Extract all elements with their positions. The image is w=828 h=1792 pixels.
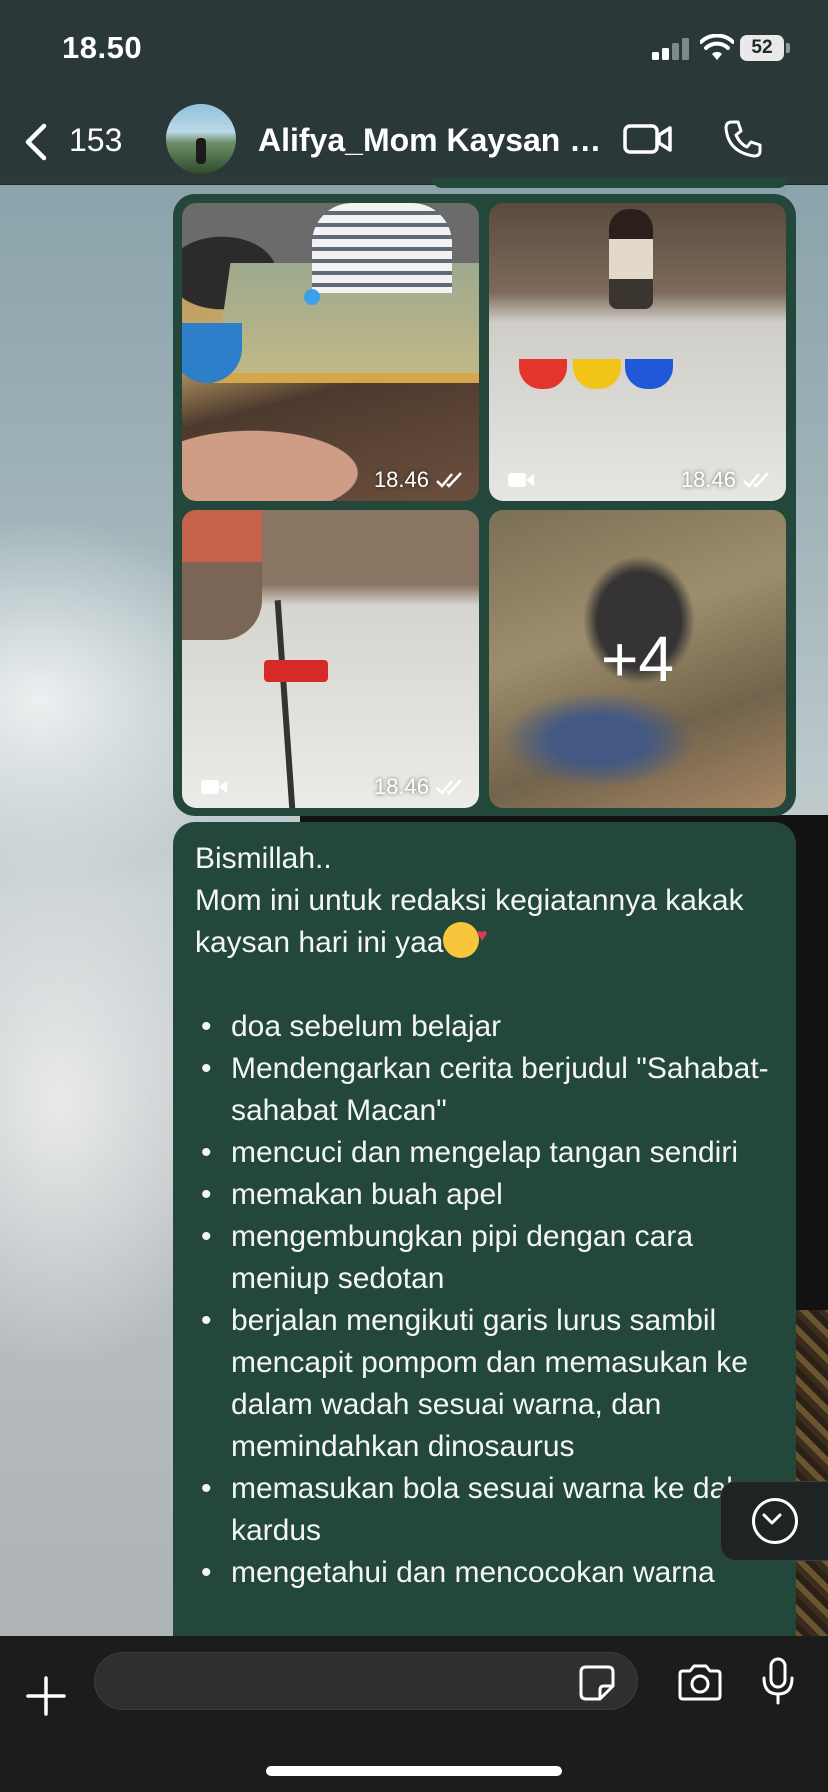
read-receipt-icon: [436, 779, 462, 795]
photo-time: 18.46: [680, 467, 736, 492]
read-receipt-icon: [743, 472, 769, 488]
battery-icon: 52: [740, 35, 784, 61]
photo-time: 18.46: [373, 774, 429, 799]
attach-plus-icon[interactable]: [26, 1676, 66, 1716]
voice-call-icon[interactable]: [722, 118, 764, 160]
smiling-face-with-hearts-icon: [443, 914, 487, 958]
scroll-to-bottom-button[interactable]: [720, 1481, 828, 1561]
sticker-icon[interactable]: [578, 1664, 616, 1702]
microphone-icon[interactable]: [760, 1656, 796, 1706]
list-item: mengetahui dan mencocokan warna: [195, 1552, 795, 1594]
album-video-2[interactable]: 18.46: [489, 203, 786, 501]
contact-avatar[interactable]: [166, 104, 236, 174]
photo-meta: 18.46: [681, 467, 772, 493]
chat-title[interactable]: Alifya_Mom Kaysan (…: [258, 122, 608, 159]
cellular-signal-icon: [652, 38, 690, 60]
video-call-icon[interactable]: [622, 120, 674, 158]
video-badge-icon: [201, 780, 227, 794]
video-badge-icon: [508, 473, 534, 487]
status-time: 18.50: [62, 30, 143, 65]
wifi-icon: [700, 34, 734, 60]
camera-icon[interactable]: [676, 1662, 724, 1702]
photo-time: 18.46: [373, 467, 429, 492]
list-item: doa sebelum belajar: [195, 1006, 795, 1048]
list-item: berjalan mengikuti garis lurus sambil me…: [195, 1300, 795, 1468]
photo-meta: 18.46: [374, 467, 465, 493]
list-item: memakan buah apel: [195, 1174, 795, 1216]
album-video-3[interactable]: 18.46: [182, 510, 479, 808]
read-receipt-icon: [436, 472, 462, 488]
activity-list: doa sebelum belajar Mendengarkan cerita …: [195, 1006, 795, 1594]
more-media-count: +4: [601, 623, 674, 695]
chat-header: 153 Alifya_Mom Kaysan (…: [0, 100, 828, 185]
photo-meta: 18.46: [374, 774, 465, 800]
back-unread-count[interactable]: 153: [69, 122, 122, 159]
list-item: Mendengarkan cerita berjudul "Sahabat-sa…: [195, 1048, 795, 1132]
chevron-down-icon: [752, 1498, 798, 1544]
media-album-bubble[interactable]: 18.46 18.46 18.46 +4: [173, 194, 796, 816]
list-item: mengembungkan pipi dengan cara meniup se…: [195, 1216, 795, 1300]
album-more-tile[interactable]: +4: [489, 510, 786, 808]
text-message-bubble[interactable]: Bismillah.. Mom ini untuk redaksi kegiat…: [173, 822, 796, 1722]
previous-message-bubble: [432, 178, 788, 188]
list-item: mencuci dan mengelap tangan sendiri: [195, 1132, 795, 1174]
home-indicator[interactable]: [266, 1766, 562, 1776]
album-photo-1[interactable]: 18.46: [182, 203, 479, 501]
message-intro: Mom ini untuk redaksi kegiatannya kakak …: [195, 880, 775, 964]
message-input[interactable]: [94, 1652, 638, 1710]
status-bar: 18.50 52: [0, 0, 828, 100]
back-chevron-icon[interactable]: [22, 120, 50, 164]
battery-nub: [786, 43, 790, 53]
message-greeting: Bismillah..: [195, 842, 332, 875]
list-item: memasukan bola sesuai warna ke dalam kar…: [195, 1468, 795, 1552]
